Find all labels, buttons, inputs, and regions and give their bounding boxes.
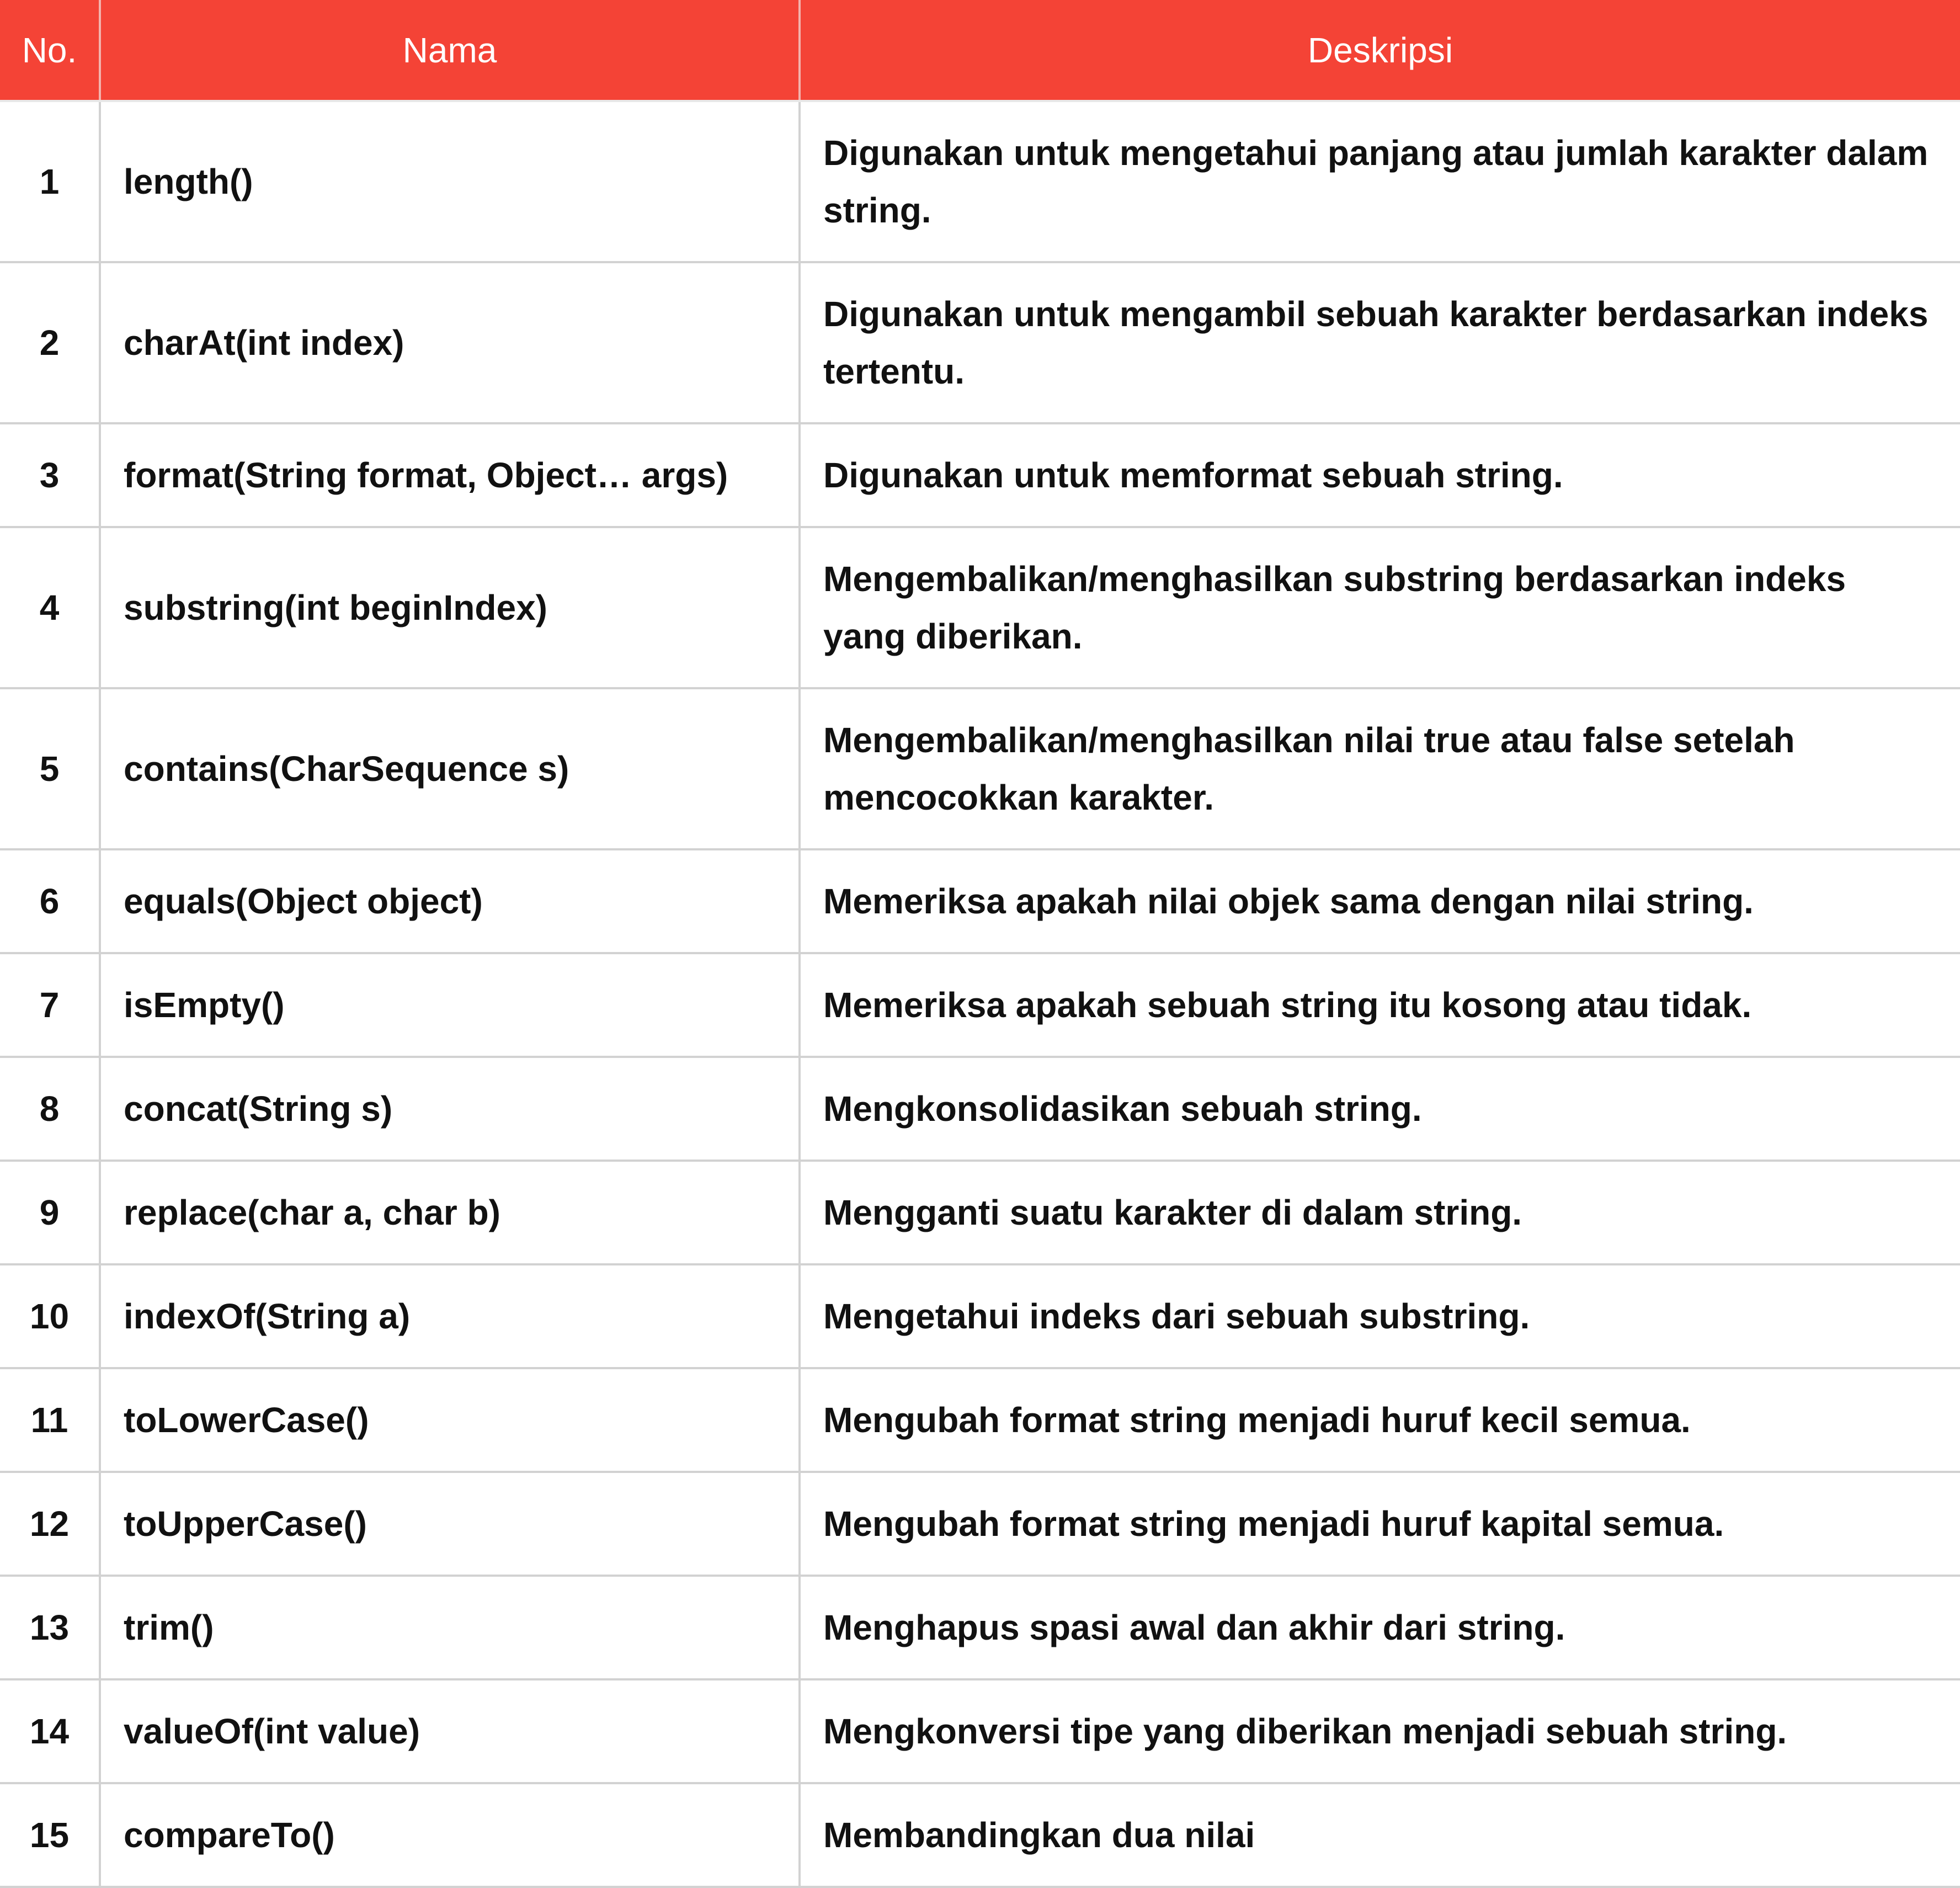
- cell-nama: indexOf(String a): [99, 1263, 801, 1369]
- header-deskripsi: Deskripsi: [798, 0, 1960, 102]
- cell-deskripsi: Digunakan untuk memformat sebuah string.: [798, 422, 1960, 528]
- table-row: 4 substring(int beginIndex) Mengembalika…: [0, 526, 1960, 689]
- cell-no: 9: [0, 1160, 101, 1265]
- table-row: 7 isEmpty() Memeriksa apakah sebuah stri…: [0, 952, 1960, 1058]
- table-row: 11 toLowerCase() Mengubah format string …: [0, 1367, 1960, 1473]
- cell-deskripsi: Mengembalikan/menghasilkan substring ber…: [798, 526, 1960, 689]
- cell-no: 1: [0, 100, 101, 263]
- cell-no: 6: [0, 848, 101, 954]
- table-row: 1 length() Digunakan untuk mengetahui pa…: [0, 100, 1960, 263]
- table-row: 8 concat(String s) Mengkonsolidasikan se…: [0, 1056, 1960, 1162]
- table-row: 10 indexOf(String a) Mengetahui indeks d…: [0, 1263, 1960, 1369]
- cell-nama: contains(CharSequence s): [99, 687, 801, 850]
- table-row: 5 contains(CharSequence s) Mengembalikan…: [0, 687, 1960, 850]
- cell-nama: isEmpty(): [99, 952, 801, 1058]
- header-nama: Nama: [99, 0, 801, 102]
- cell-no: 12: [0, 1471, 101, 1577]
- cell-nama: toLowerCase(): [99, 1367, 801, 1473]
- cell-nama: concat(String s): [99, 1056, 801, 1162]
- cell-deskripsi: Mengubah format string menjadi huruf kec…: [798, 1367, 1960, 1473]
- cell-nama: substring(int beginIndex): [99, 526, 801, 689]
- cell-deskripsi: Mengembalikan/menghasilkan nilai true at…: [798, 687, 1960, 850]
- cell-no: 5: [0, 687, 101, 850]
- cell-deskripsi: Mengganti suatu karakter di dalam string…: [798, 1160, 1960, 1265]
- cell-no: 11: [0, 1367, 101, 1473]
- cell-no: 15: [0, 1782, 101, 1888]
- table-row: 9 replace(char a, char b) Mengganti suat…: [0, 1160, 1960, 1265]
- cell-deskripsi: Digunakan untuk mengambil sebuah karakte…: [798, 261, 1960, 424]
- table-row: 12 toUpperCase() Mengubah format string …: [0, 1471, 1960, 1577]
- cell-deskripsi: Mengkonversi tipe yang diberikan menjadi…: [798, 1678, 1960, 1784]
- cell-no: 2: [0, 261, 101, 424]
- cell-no: 3: [0, 422, 101, 528]
- table-row: 6 equals(Object object) Memeriksa apakah…: [0, 848, 1960, 954]
- table-row: 13 trim() Menghapus spasi awal dan akhir…: [0, 1575, 1960, 1680]
- table-row: 14 valueOf(int value) Mengkonversi tipe …: [0, 1678, 1960, 1784]
- cell-deskripsi: Mengetahui indeks dari sebuah substring.: [798, 1263, 1960, 1369]
- cell-no: 4: [0, 526, 101, 689]
- cell-nama: charAt(int index): [99, 261, 801, 424]
- cell-no: 13: [0, 1575, 101, 1680]
- cell-deskripsi: Memeriksa apakah sebuah string itu koson…: [798, 952, 1960, 1058]
- cell-nama: toUpperCase(): [99, 1471, 801, 1577]
- table-row: 15 compareTo() Membandingkan dua nilai: [0, 1782, 1960, 1888]
- cell-no: 7: [0, 952, 101, 1058]
- cell-no: 10: [0, 1263, 101, 1369]
- cell-no: 14: [0, 1678, 101, 1784]
- cell-nama: equals(Object object): [99, 848, 801, 954]
- cell-nama: compareTo(): [99, 1782, 801, 1888]
- cell-deskripsi: Digunakan untuk mengetahui panjang atau …: [798, 100, 1960, 263]
- cell-no: 8: [0, 1056, 101, 1162]
- cell-nama: trim(): [99, 1575, 801, 1680]
- cell-deskripsi: Mengkonsolidasikan sebuah string.: [798, 1056, 1960, 1162]
- cell-nama: format(String format, Object… args): [99, 422, 801, 528]
- cell-nama: valueOf(int value): [99, 1678, 801, 1784]
- cell-deskripsi: Memeriksa apakah nilai objek sama dengan…: [798, 848, 1960, 954]
- cell-nama: length(): [99, 100, 801, 263]
- cell-deskripsi: Menghapus spasi awal dan akhir dari stri…: [798, 1575, 1960, 1680]
- cell-deskripsi: Membandingkan dua nilai: [798, 1782, 1960, 1888]
- header-no: No.: [0, 0, 101, 102]
- cell-nama: replace(char a, char b): [99, 1160, 801, 1265]
- table-row: 2 charAt(int index) Digunakan untuk meng…: [0, 261, 1960, 424]
- table-row: 3 format(String format, Object… args) Di…: [0, 422, 1960, 528]
- cell-deskripsi: Mengubah format string menjadi huruf kap…: [798, 1471, 1960, 1577]
- string-methods-table: No. Nama Deskripsi 1 length() Digunakan …: [0, 0, 1960, 1888]
- table-header-row: No. Nama Deskripsi: [0, 0, 1960, 102]
